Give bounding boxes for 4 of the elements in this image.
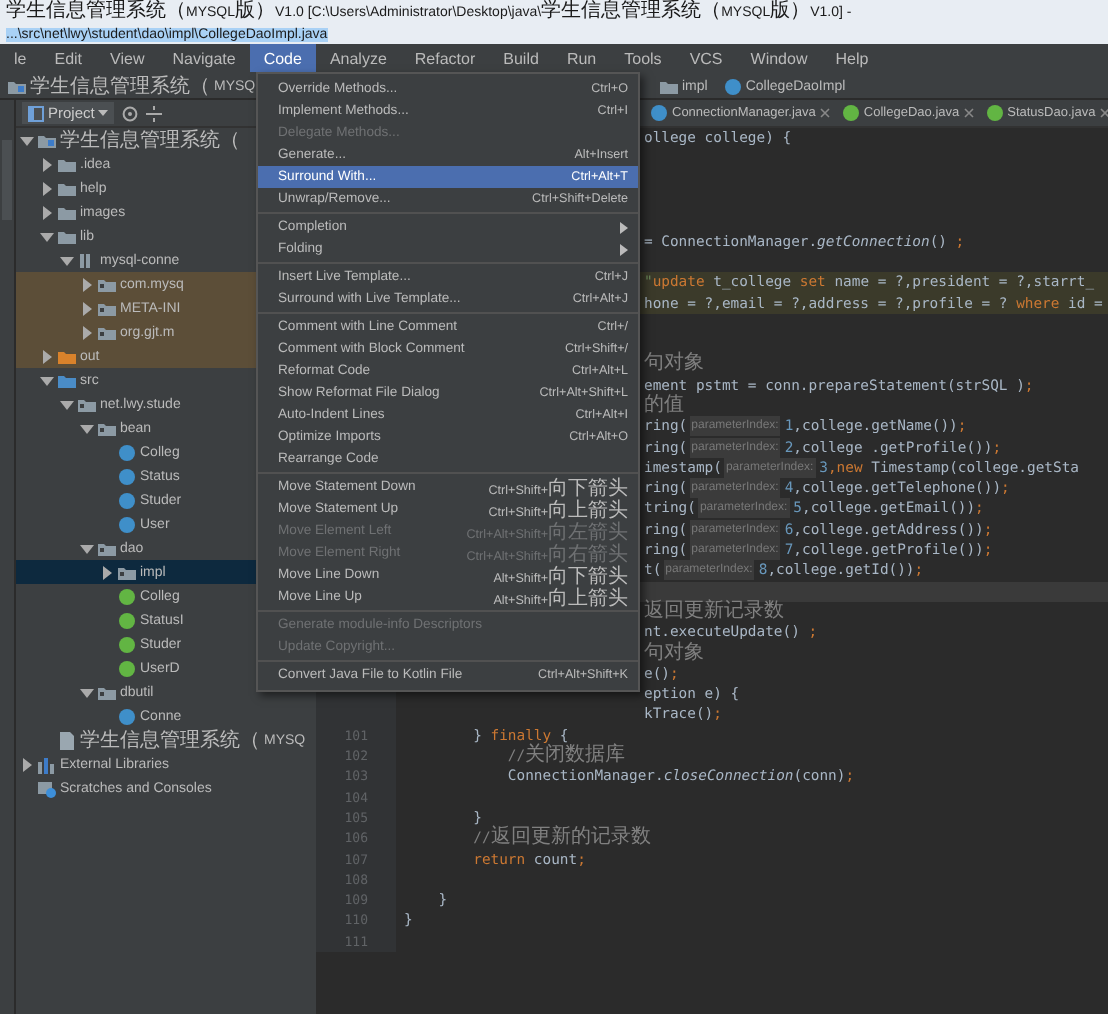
code-line: 的值 [642,395,686,417]
code-line: 返回更新记录数 [642,601,786,623]
code-line: 句对象 [642,642,706,664]
code-line: 句对象 [642,354,706,376]
